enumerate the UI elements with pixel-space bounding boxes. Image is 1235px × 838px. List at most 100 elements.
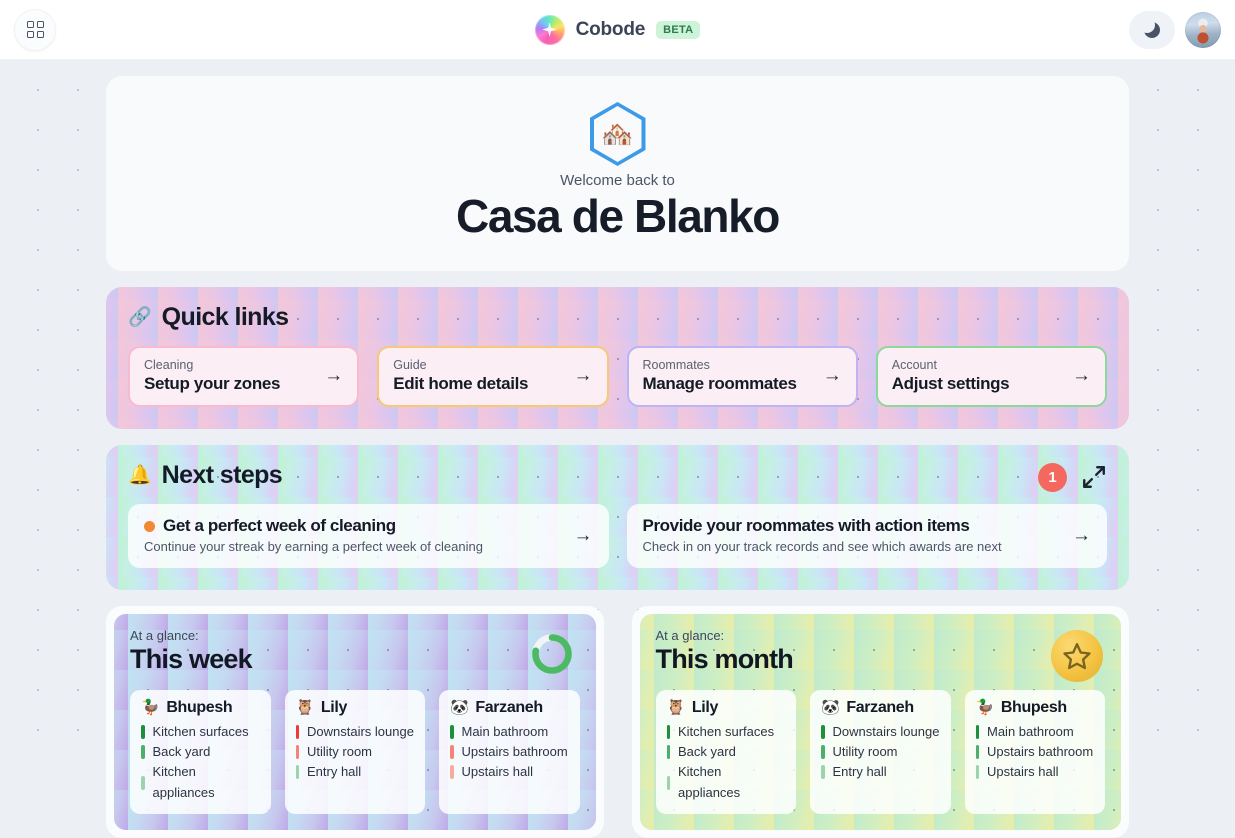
task-status-bar [141,745,145,760]
this-month-card: At a glance: This month 🦉 Lily Kitchen s… [631,606,1129,838]
panda-icon: 🐼 [450,699,469,717]
task-item: Main bathroom [450,722,569,742]
task-status-bar [975,745,979,760]
bell-icon: 🔔 [128,465,152,487]
beta-badge: BETA [656,20,701,39]
task-label: Kitchen appliances [678,764,741,800]
task-label: Entry hall [307,764,362,780]
next-step-description: Check in on your track records and see w… [642,539,1002,555]
next-step-description: Continue your streak by earning a perfec… [144,539,483,555]
quick-link-cleaning[interactable]: Cleaning Setup your zones → [128,345,360,408]
task-label: Utility room [832,744,898,760]
link-icon: 🔗 [128,306,152,328]
person-name: Lily [691,698,719,716]
person-card[interactable]: 🐼 Farzaneh Downstairs lounge Utility roo… [810,689,951,814]
task-label: Back yard [678,744,736,760]
task-status-bar [975,765,979,780]
arrow-right-icon: → [822,365,842,387]
person-name: Farzaneh [475,698,543,716]
glance-kicker: At a glance: [655,628,725,644]
task-label: Kitchen surfaces [678,723,775,739]
person-card[interactable]: 🦉 Lily Downstairs lounge Utility room En… [284,689,425,814]
task-status-bar [821,745,825,760]
task-item: Back yard [141,742,260,762]
quick-link-kicker: Guide [393,357,427,372]
task-status-bar [821,765,825,780]
next-steps-header: 🔔 Next steps [128,461,1107,490]
task-label: Upstairs hall [987,764,1059,780]
quick-links-panel: 🔗 Quick links Cleaning Setup your zones … [106,287,1129,430]
arrow-right-icon: → [573,525,593,547]
topbar-left-group [14,8,234,51]
task-status-bar [141,775,145,790]
dark-mode-toggle[interactable] [1129,10,1175,49]
quick-links-header: 🔗 Quick links [128,303,1107,332]
quick-link-label: Edit home details [393,374,529,394]
task-label: Utility room [307,744,373,760]
next-step-title: Provide your roommates with action items [642,516,970,536]
person-name: Lily [320,698,348,716]
task-status-bar [975,724,979,739]
task-status-bar [666,724,670,739]
person-name: Bhupesh [166,698,233,716]
person-card[interactable]: 🦆 Bhupesh Kitchen surfaces Back yard Kit… [130,689,271,814]
topbar-right-group [1001,10,1221,49]
task-item: Upstairs hall [450,762,569,782]
task-label: Back yard [152,744,211,760]
person-card[interactable]: 🦆 Bhupesh Main bathroom Upstairs bathroo… [964,689,1105,814]
task-item: Utility room [295,742,415,762]
next-steps-panel: 1 🔔 Next steps Get a perfect week of cle… [106,445,1129,590]
next-steps-list: Get a perfect week of cleaning Continue … [128,504,1107,569]
star-badge [1051,630,1103,683]
person-card[interactable]: 🐼 Farzaneh Main bathroom Upstairs bathro… [439,689,580,814]
quick-link-guide[interactable]: Guide Edit home details → [377,345,609,408]
quick-links-list: Cleaning Setup your zones → Guide Edit h… [128,345,1107,408]
main-content: 🏘️ Welcome back to Casa de Blanko 🔗 Quic… [0,60,1235,838]
brand-name: Cobode [575,18,646,40]
task-item: Utility room [821,742,940,762]
grid-menu-button[interactable] [14,8,56,51]
houses-icon: 🏘️ [601,119,634,149]
next-step-perfect-week[interactable]: Get a perfect week of cleaning Continue … [128,504,609,569]
page-title: Casa de Blanko [456,190,780,242]
task-label: Upstairs hall [461,764,534,780]
arrow-right-icon: → [573,365,593,387]
quick-links-title: Quick links [161,302,289,331]
task-status-bar [450,765,454,780]
task-item: Upstairs bathroom [975,742,1095,762]
task-label: Kitchen appliances [152,764,215,800]
week-people-list: 🦆 Bhupesh Kitchen surfaces Back yard Kit… [130,689,580,814]
arrow-right-icon: → [324,365,344,387]
avatar[interactable] [1185,11,1221,48]
task-label: Entry hall [832,764,887,780]
person-card[interactable]: 🦉 Lily Kitchen surfaces Back yard Kitche… [655,689,796,814]
next-step-action-items[interactable]: Provide your roommates with action items… [626,504,1107,569]
this-week-card: At a glance: This week 🦆 Bhupesh Kitchen… [106,606,604,838]
quick-link-label: Adjust settings [891,374,1010,394]
task-item: Downstairs lounge [821,722,940,742]
owl-icon: 🦉 [666,699,686,717]
grid-menu-icon [26,21,44,38]
arrow-right-icon: → [1072,525,1091,547]
task-label: Upstairs bathroom [461,744,568,760]
quick-link-kicker: Cleaning [144,357,194,372]
task-label: Kitchen surfaces [152,723,249,739]
glance-title: This week [130,644,253,675]
quick-link-roommates[interactable]: Roommates Manage roommates → [626,345,858,408]
expand-diagonal-icon[interactable] [1081,464,1107,490]
duck-icon: 🦆 [141,699,160,717]
brand-group: Cobode BETA [234,14,1001,45]
glance-kicker: At a glance: [130,628,199,644]
at-a-glance-row: At a glance: This week 🦆 Bhupesh Kitchen… [106,606,1129,838]
task-status-bar [666,745,670,760]
task-label: Main bathroom [461,723,549,739]
task-status-bar [295,745,299,760]
task-item: Back yard [666,742,786,762]
task-item: Main bathroom [975,722,1095,742]
task-status-bar [295,724,299,739]
month-people-list: 🦉 Lily Kitchen surfaces Back yard Kitche… [655,689,1105,814]
panda-icon: 🐼 [821,699,840,717]
quick-link-account[interactable]: Account Adjust settings → [875,345,1107,408]
quick-link-kicker: Roommates [642,357,710,372]
task-item: Kitchen appliances [141,762,260,803]
